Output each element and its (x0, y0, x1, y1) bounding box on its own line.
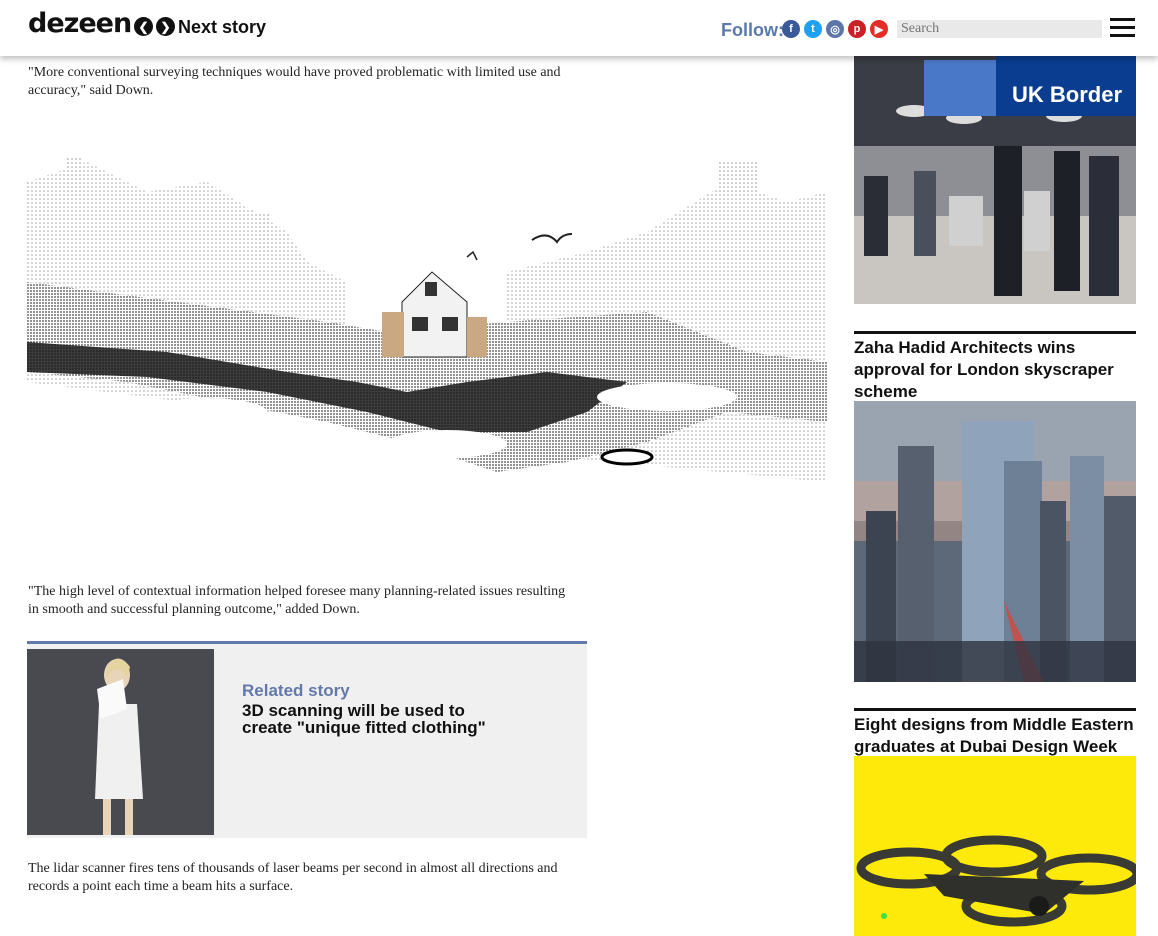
article-paragraph: The lidar scanner fires tens of thousand… (28, 861, 558, 894)
sidebar-story-image-skyscraper[interactable] (854, 401, 1136, 682)
dezeen-logo[interactable]: dezeen (28, 8, 132, 39)
follow-label: Follow: (721, 20, 784, 40)
sidebar-story-title[interactable]: Eight designs from Middle Eastern gradua… (854, 708, 1136, 756)
sidebar-story-image-drone[interactable] (854, 756, 1136, 936)
social-links: f t ◎ p ▶ (782, 20, 888, 38)
next-story-arrow-icon[interactable]: ❯ (156, 17, 175, 36)
facebook-icon[interactable]: f (782, 20, 800, 38)
related-story-title[interactable]: 3D scanning will be used to create "uniq… (242, 702, 512, 736)
hamburger-menu-icon[interactable] (1110, 18, 1135, 38)
sidebar-story-title[interactable]: Zaha Hadid Architects wins approval for … (854, 331, 1136, 401)
previous-story-arrow-icon[interactable]: ❮ (134, 17, 153, 36)
search-input[interactable] (897, 20, 1102, 38)
youtube-icon[interactable]: ▶ (870, 20, 888, 38)
related-story-image[interactable] (27, 649, 214, 835)
twitter-icon[interactable]: t (804, 20, 822, 38)
story-nav: ❮ ❯ (134, 17, 175, 36)
article-paragraph: "More conventional surveying techniques … (28, 65, 561, 98)
related-story-card[interactable]: Related story 3D scanning will be used t… (27, 641, 587, 838)
lidar-scan-image (27, 157, 827, 482)
pinterest-icon[interactable]: p (848, 20, 866, 38)
article-paragraph: "The high level of contextual informatio… (28, 584, 566, 617)
related-story-label: Related story (242, 681, 350, 700)
uk-border-sign-text: UK Border (1012, 82, 1122, 107)
sidebar-story-image-uk-border[interactable]: UK Border (854, 56, 1136, 304)
next-story-link[interactable]: Next story (178, 17, 266, 38)
instagram-icon[interactable]: ◎ (826, 20, 844, 38)
site-header: dezeen ❮ ❯ Next story Follow: f t ◎ p ▶ (0, 0, 1158, 56)
